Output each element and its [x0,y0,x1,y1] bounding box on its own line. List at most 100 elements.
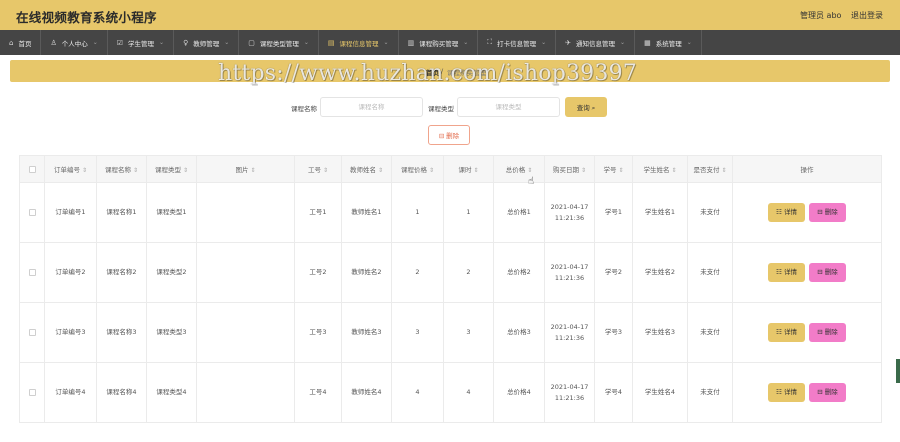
sort-icon[interactable]: ⇕ [671,167,676,174]
row-actions: ☷ 详情 ⊟ 删除 [732,242,882,303]
nav-item-7[interactable]: ⛶ 打卡信息管理 ⌄ [478,30,557,55]
column-header-label: 工号 [307,166,321,174]
purchase-date: 2021-04-17 [550,202,589,211]
nav-item-3[interactable]: ♀ 教师管理 ⌄ [174,30,240,55]
cell-price: 3 [391,302,444,363]
column-header[interactable]: 课时 ⇕ [443,155,494,183]
row-checkbox[interactable] [28,328,36,336]
column-header[interactable]: 学号 ⇕ [594,155,633,183]
sort-icon[interactable]: ⇕ [183,167,188,174]
sort-icon[interactable]: ⇕ [250,167,255,174]
course-type-input[interactable] [457,97,560,117]
nav-icon: ♀ [183,38,189,47]
row-checkbox[interactable] [28,388,36,396]
sort-icon[interactable]: ⇕ [82,167,87,174]
cell-course-name: 课程名称1 [96,182,147,243]
cell-order-no: 订单编号4 [44,362,97,423]
cell-student: 学生姓名2 [632,242,688,303]
chevron-down-icon: ⌄ [303,39,309,46]
nav-item-1[interactable]: ♙ 个人中心 ⌄ [41,30,108,55]
column-header[interactable]: 是否支付 ⇕ [687,155,733,183]
cell-order-no: 订单编号1 [44,182,97,243]
nav-label: 课程类型管理 [259,39,299,48]
row-actions: ☷ 详情 ⊟ 删除 [732,362,882,423]
chevron-down-icon: ⌄ [686,39,692,46]
column-header[interactable]: 图片 ⇕ [196,155,295,183]
sort-icon[interactable]: ⇕ [473,167,478,174]
main-nav: ⌂ 首页 ♙ 个人中心 ⌄ ☑ 学生管理 ⌄ ♀ 教师管理 ⌄ ▢ 课程类型管理 ⌄ ▤ 课程信息管理 ⌄ ▥ 课程… [0,30,900,55]
cell-hours: 2 [443,242,494,303]
column-header[interactable]: 工号 ⇕ [294,155,342,183]
sort-icon[interactable]: ⇕ [133,167,138,174]
detail-button[interactable]: ☷ 详情 [768,263,805,282]
detail-button[interactable]: ☷ 详情 [768,383,805,402]
row-select-cell [19,182,45,243]
course-name-input[interactable] [320,97,423,117]
sort-icon[interactable]: ⇕ [429,167,434,174]
nav-item-0[interactable]: ⌂ 首页 [0,30,42,55]
nav-label: 学生管理 [128,39,155,48]
nav-item-5[interactable]: ▤ 课程信息管理 ⌄ [319,30,399,55]
nav-item-2[interactable]: ☑ 学生管理 ⌄ [108,30,175,55]
nav-icon: ▢ [248,38,255,47]
nav-item-9[interactable]: ▦ 系统管理 ⌄ [635,30,702,55]
column-header-label: 购买日期 [552,166,579,174]
table-header-row: 订单编号 ⇕ 课程名称 ⇕ 课程类型 ⇕ 图片 ⇕ 工号 ⇕ 教师姓名 ⇕ 课程价格 ⇕ 课时 ⇕ 总价格 ⇕ 购买… [19,155,882,183]
row-checkbox[interactable] [28,208,36,216]
nav-icon: ▤ [327,38,335,47]
nav-item-8[interactable]: ✈ 通知信息管理 ⌄ [556,30,636,55]
select-all-checkbox[interactable] [28,165,36,173]
cell-course-type: 课程类型3 [146,302,197,363]
cell-student-no: 学号1 [594,182,633,243]
purchase-date: 2021-04-17 [550,262,589,271]
sort-icon[interactable]: ⇕ [527,167,532,174]
cell-student: 学生姓名3 [632,302,688,363]
hand-cursor-icon: ☝ [528,176,535,187]
column-header[interactable]: 教师姓名 ⇕ [341,155,392,183]
app-title: 在线视频教育系统小程序 [16,10,157,25]
batch-delete-button[interactable]: ⊟ 删除 [428,125,470,145]
detail-button[interactable]: ☷ 详情 [768,203,805,222]
column-header[interactable]: 课程名称 ⇕ [96,155,147,183]
column-header-label: 学号 [603,166,617,174]
sort-icon[interactable]: ⇕ [618,167,623,174]
delete-button[interactable]: ⊟ 删除 [809,383,846,402]
column-header[interactable]: 订单编号 ⇕ [44,155,97,183]
delete-button[interactable]: ⊟ 删除 [809,263,846,282]
column-header[interactable]: 课程价格 ⇕ [391,155,444,183]
delete-button[interactable]: ⊟ 删除 [809,323,846,342]
sort-icon[interactable]: ⇕ [721,167,726,174]
side-tab[interactable] [896,359,900,383]
nav-label: 教师管理 [193,39,220,48]
chevron-down-icon: ⌄ [92,39,98,46]
column-header[interactable]: 课程类型 ⇕ [146,155,197,183]
cell-course-type: 课程类型4 [146,362,197,423]
column-header-label: 学生姓名 [643,166,670,174]
column-header[interactable]: 购买日期 ⇕ [544,155,595,183]
column-header[interactable]: 总价格 ⇕ [493,155,545,183]
cell-total: 总价格1 [493,182,545,243]
cell-student-no: 学号4 [594,362,633,423]
row-checkbox[interactable] [28,268,36,276]
column-header[interactable]: 学生姓名 ⇕ [632,155,688,183]
nav-item-4[interactable]: ▢ 课程类型管理 ⌄ [239,30,319,55]
purchase-date-cell: 2021-04-17 11:21:36 [544,362,595,423]
cell-paid: 未支付 [687,302,733,363]
chevron-down-icon: ⌄ [463,39,469,46]
sort-icon[interactable]: ⇕ [581,167,586,174]
query-button[interactable]: 查询 ⌕ [565,97,607,117]
cell-teacher: 教师姓名1 [341,182,392,243]
cell-hours: 3 [443,302,494,363]
column-header-label: 订单编号 [53,166,80,174]
logout-link[interactable]: 退出登录 [851,10,883,21]
sort-icon[interactable]: ⇕ [323,167,328,174]
detail-button[interactable]: ☷ 详情 [768,323,805,342]
sort-icon[interactable]: ⇕ [378,167,383,174]
delete-button[interactable]: ⊟ 删除 [809,203,846,222]
chevron-down-icon: ⌄ [383,39,389,46]
row-select-cell [19,242,45,303]
nav-label: 首页 [18,39,32,48]
nav-icon: ⌂ [9,38,14,47]
cell-teacher: 教师姓名3 [341,302,392,363]
nav-item-6[interactable]: ▥ 课程购买管理 ⌄ [399,30,479,55]
